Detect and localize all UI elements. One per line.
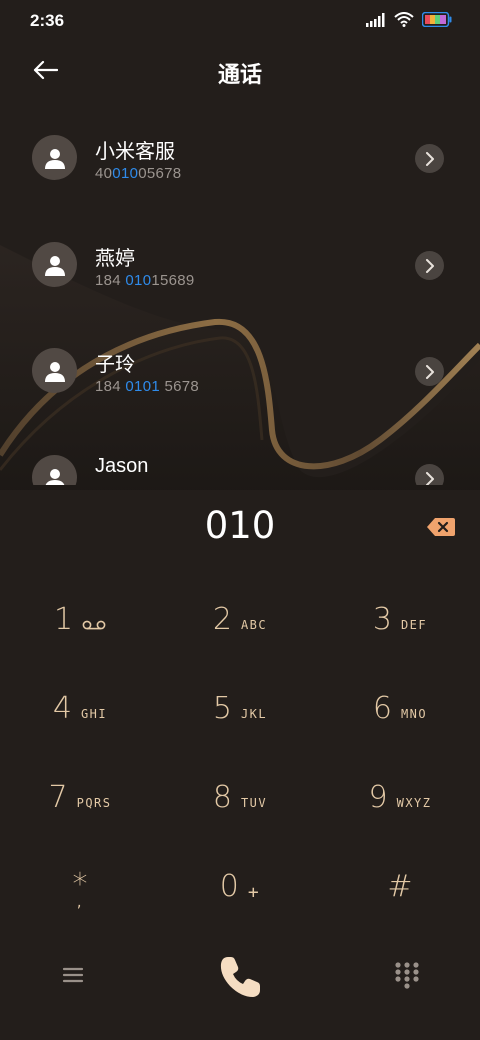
call-icon[interactable] (214, 951, 266, 1003)
contact-name: Jason (95, 455, 149, 477)
key-letters: GHI (80, 707, 108, 721)
wifi-icon (394, 12, 414, 27)
avatar (32, 135, 77, 180)
match-highlight: 0101 (125, 378, 160, 395)
chevron-right-icon (425, 471, 434, 485)
person-icon (45, 468, 64, 485)
backspace-icon[interactable] (426, 517, 456, 537)
key-6[interactable]: 6 MNO (320, 664, 480, 752)
page-title: 通话 (217, 62, 262, 87)
key-letters: DEF (400, 618, 428, 632)
contact-details-button[interactable] (415, 144, 444, 173)
key-hash[interactable]: # (320, 842, 480, 930)
contact-item[interactable]: Jason (0, 425, 480, 485)
voicemail-icon (82, 620, 106, 630)
key-digit: 0 (219, 868, 239, 904)
battery-icon (422, 12, 452, 27)
key-0[interactable]: 0 + (160, 842, 320, 930)
key-digit: 4 (52, 690, 72, 726)
contact-details-button[interactable] (415, 464, 444, 485)
contact-number: 184 0101 5678 (95, 378, 200, 395)
signal-icon (366, 12, 385, 27)
contact-details-button[interactable] (415, 357, 444, 386)
avatar (32, 455, 77, 485)
key-letters: TUV (240, 796, 268, 810)
person-icon (44, 361, 65, 382)
key-5[interactable]: 5 JKL (160, 664, 320, 752)
chevron-right-icon (425, 258, 434, 273)
key-9[interactable]: 9 WXYZ (320, 753, 480, 841)
contact-number: 4001005678 (95, 165, 182, 182)
contact-name: 子玲 (95, 354, 135, 376)
contact-item[interactable]: 小米客服 4001005678 (0, 105, 480, 211)
key-digit: * (72, 867, 88, 902)
chevron-right-icon (425, 364, 434, 379)
key-letters: , (75, 896, 85, 910)
contact-item[interactable]: 燕婷 184 01015689 (0, 212, 480, 318)
status-bar: 2:36 (0, 0, 480, 42)
match-highlight: 010 (112, 165, 139, 182)
key-digit: 7 (48, 779, 68, 815)
top-bar: 通话 (0, 48, 480, 92)
key-letters: MNO (400, 707, 428, 721)
person-icon (44, 148, 65, 169)
dialpad-icon[interactable] (393, 960, 421, 990)
menu-icon[interactable] (60, 962, 86, 988)
key-letters: JKL (240, 707, 268, 721)
key-8[interactable]: 8 TUV (160, 753, 320, 841)
contact-list: 小米客服 4001005678 燕婷 184 01015689 子玲 184 0… (0, 105, 480, 485)
dial-input-row: 010 (0, 490, 480, 570)
key-digit: 9 (368, 779, 388, 815)
status-time: 2:36 (30, 11, 65, 30)
avatar (32, 242, 77, 287)
key-letters: ABC (240, 618, 268, 632)
key-star[interactable]: * , (0, 842, 160, 930)
dial-number-display[interactable]: 010 (0, 504, 480, 547)
key-digit: # (387, 868, 413, 904)
key-digit: 1 (53, 601, 74, 637)
key-digit: 5 (212, 690, 232, 726)
key-7[interactable]: 7 PQRS (0, 753, 160, 841)
key-4[interactable]: 4 GHI (0, 664, 160, 752)
contact-name: 燕婷 (95, 248, 135, 270)
key-digit: 6 (372, 690, 392, 726)
bottom-action-bar (0, 945, 480, 1015)
key-2[interactable]: 2 ABC (160, 575, 320, 663)
key-digit: 8 (212, 779, 232, 815)
match-highlight: 010 (125, 272, 152, 289)
chevron-right-icon (425, 151, 434, 166)
key-3[interactable]: 3 DEF (320, 575, 480, 663)
key-letters: WXYZ (396, 796, 432, 810)
key-1[interactable]: 1 (0, 575, 160, 663)
avatar (32, 348, 77, 393)
contact-name: 小米客服 (95, 141, 175, 163)
contact-number: 184 01015689 (95, 272, 195, 289)
status-icons (366, 12, 452, 27)
person-icon (44, 255, 65, 276)
contact-item[interactable]: 子玲 184 0101 5678 (0, 318, 480, 424)
key-letters: + (247, 881, 261, 903)
contact-details-button[interactable] (415, 251, 444, 280)
key-letters: PQRS (76, 796, 112, 810)
key-digit: 2 (212, 601, 232, 637)
key-digit: 3 (372, 601, 392, 637)
